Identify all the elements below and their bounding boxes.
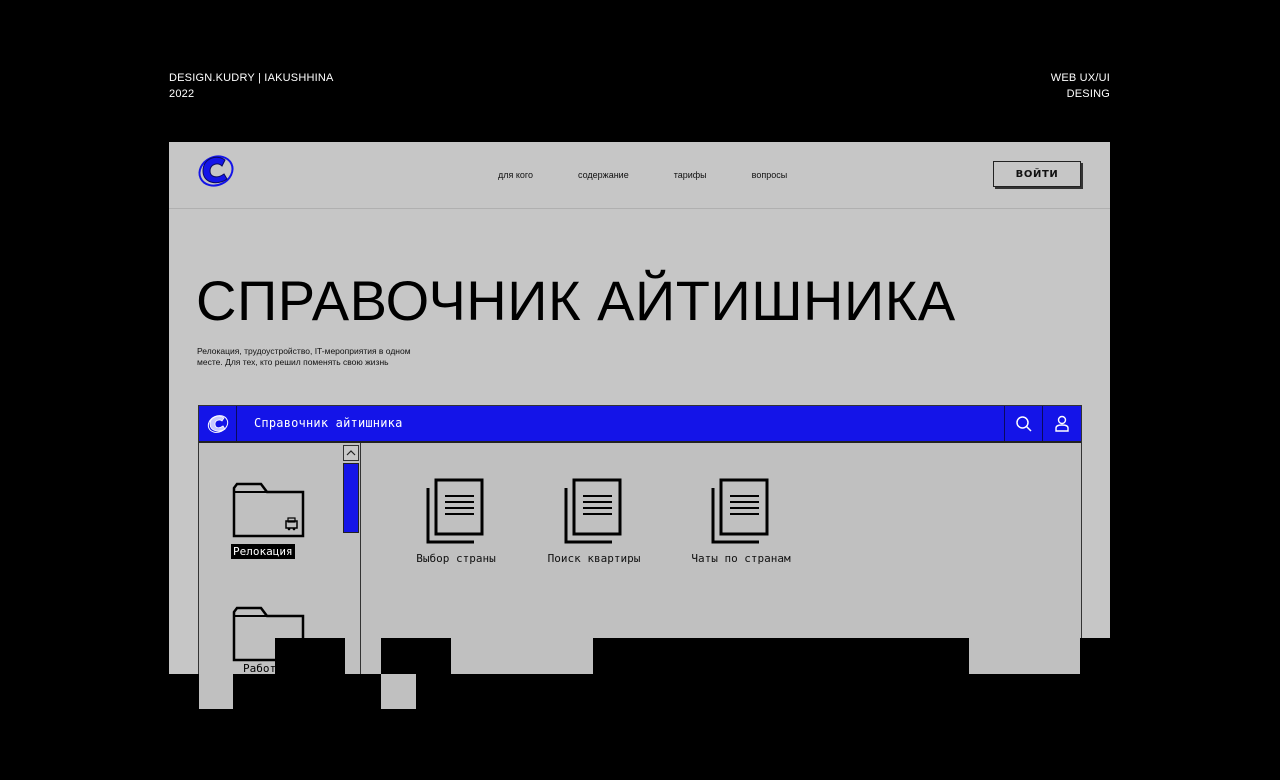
search-button[interactable] bbox=[1004, 406, 1042, 441]
mosaic-block bbox=[381, 709, 421, 780]
mosaic-block bbox=[593, 638, 969, 674]
mosaic-block bbox=[416, 674, 1280, 780]
folder-label-relocation: Релокация bbox=[231, 544, 295, 559]
meta-author-line: DESIGN.KUDRY | IAKUSHHINA bbox=[169, 72, 334, 84]
meta-year: 2022 bbox=[169, 88, 195, 100]
folder-relocation[interactable]: Релокация bbox=[231, 478, 311, 568]
logo-c-icon[interactable] bbox=[195, 152, 235, 188]
nav-item-pricing[interactable]: тарифы bbox=[674, 170, 707, 180]
site-header: для кого содержание тарифы вопросы ВОЙТИ bbox=[169, 142, 1110, 209]
document-country-chats[interactable]: Чаты по странам bbox=[681, 476, 801, 565]
profile-button[interactable] bbox=[1042, 406, 1080, 441]
logo-c-icon bbox=[207, 414, 228, 433]
user-icon bbox=[1054, 415, 1069, 432]
document-icon bbox=[564, 478, 622, 544]
folder-icon bbox=[232, 482, 305, 538]
window-title: Справочник айтишника bbox=[254, 416, 403, 430]
document-apartment-search[interactable]: Поиск квартиры bbox=[534, 476, 654, 565]
window-logo[interactable] bbox=[199, 406, 237, 441]
mosaic-block bbox=[1080, 638, 1111, 674]
page-title: СПРАВОЧНИК АЙТИШНИКА bbox=[196, 269, 956, 332]
document-label-country-chats: Чаты по странам bbox=[691, 552, 791, 565]
mosaic-block bbox=[381, 638, 451, 674]
nav-item-for-whom[interactable]: для кого bbox=[498, 170, 533, 180]
mosaic-block bbox=[275, 638, 345, 674]
meta-category-line1: WEB UX/UI bbox=[1050, 72, 1110, 84]
mosaic-block bbox=[381, 674, 416, 709]
meta-category-line2: DESING bbox=[1066, 88, 1110, 100]
mosaic-block bbox=[345, 674, 381, 780]
document-label-choose-country: Выбор страны bbox=[416, 552, 496, 565]
scroll-up-button[interactable] bbox=[343, 445, 359, 461]
search-icon bbox=[1015, 415, 1032, 432]
meta-author: DESIGN.KUDRY | IAKUSHHINA 2022 bbox=[169, 70, 334, 102]
scroll-thumb[interactable] bbox=[343, 463, 359, 533]
mosaic-block bbox=[169, 674, 199, 780]
mosaic-block bbox=[233, 674, 345, 780]
mosaic-block bbox=[199, 709, 233, 780]
meta-category: WEB UX/UI DESING bbox=[1051, 70, 1110, 102]
document-icon bbox=[426, 478, 484, 544]
hero-subtitle: Релокация, трудоустройство, IT-мероприят… bbox=[197, 346, 457, 368]
document-label-apartment-search: Поиск квартиры bbox=[547, 552, 641, 565]
document-icon bbox=[711, 478, 769, 544]
document-choose-country[interactable]: Выбор страны bbox=[396, 476, 516, 565]
hero-subtitle-line1: Релокация, трудоустройство, IT-мероприят… bbox=[197, 346, 411, 356]
login-button[interactable]: ВОЙТИ bbox=[993, 161, 1081, 187]
hero-subtitle-line2: месте. Для тех, кто решил поменять свою … bbox=[197, 357, 389, 367]
main-nav: для кого содержание тарифы вопросы bbox=[498, 170, 832, 180]
nav-item-contents[interactable]: содержание bbox=[578, 170, 629, 180]
nav-item-faq[interactable]: вопросы bbox=[752, 170, 788, 180]
chevron-up-icon bbox=[346, 450, 356, 456]
window-titlebar: Справочник айтишника bbox=[199, 406, 1081, 443]
